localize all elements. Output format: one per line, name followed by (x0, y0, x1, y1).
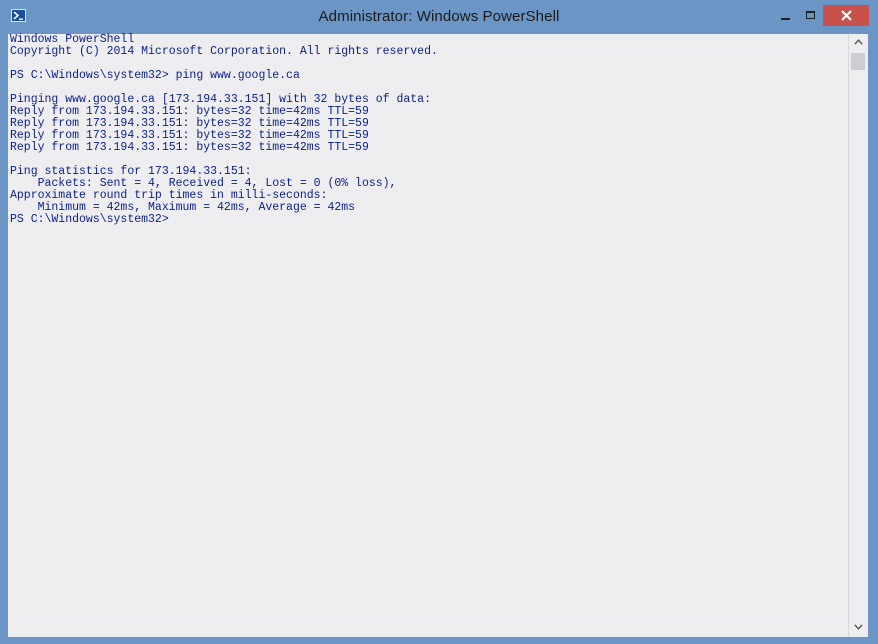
console-line: PS C:\Windows\system32> ping www.google.… (10, 69, 300, 82)
minimize-button[interactable] (773, 5, 798, 26)
maximize-button[interactable] (798, 5, 823, 26)
title-bar[interactable]: Administrator: Windows PowerShell (0, 0, 878, 34)
powershell-window: Administrator: Windows PowerShell Window… (0, 0, 878, 644)
scroll-thumb[interactable] (851, 53, 865, 70)
window-title: Administrator: Windows PowerShell (318, 8, 560, 25)
scroll-down-arrow-icon (854, 624, 863, 630)
console-line: Copyright (C) 2014 Microsoft Corporation… (10, 45, 438, 58)
vertical-scrollbar[interactable] (848, 34, 868, 637)
scroll-up-arrow-icon (854, 39, 863, 45)
console-prompt-line: PS C:\Windows\system32> (10, 213, 169, 226)
scroll-up-button[interactable] (849, 34, 868, 52)
close-icon (841, 10, 852, 21)
console-text: Windows PowerShell Copyright (C) 2014 Mic… (10, 34, 438, 226)
console-line: Reply from 173.194.33.151: bytes=32 time… (10, 141, 369, 154)
minimize-icon (781, 18, 790, 20)
maximize-icon (806, 11, 815, 19)
close-button[interactable] (823, 5, 869, 26)
console-output-area[interactable]: Windows PowerShell Copyright (C) 2014 Mic… (8, 34, 848, 637)
scroll-down-button[interactable] (849, 619, 868, 637)
